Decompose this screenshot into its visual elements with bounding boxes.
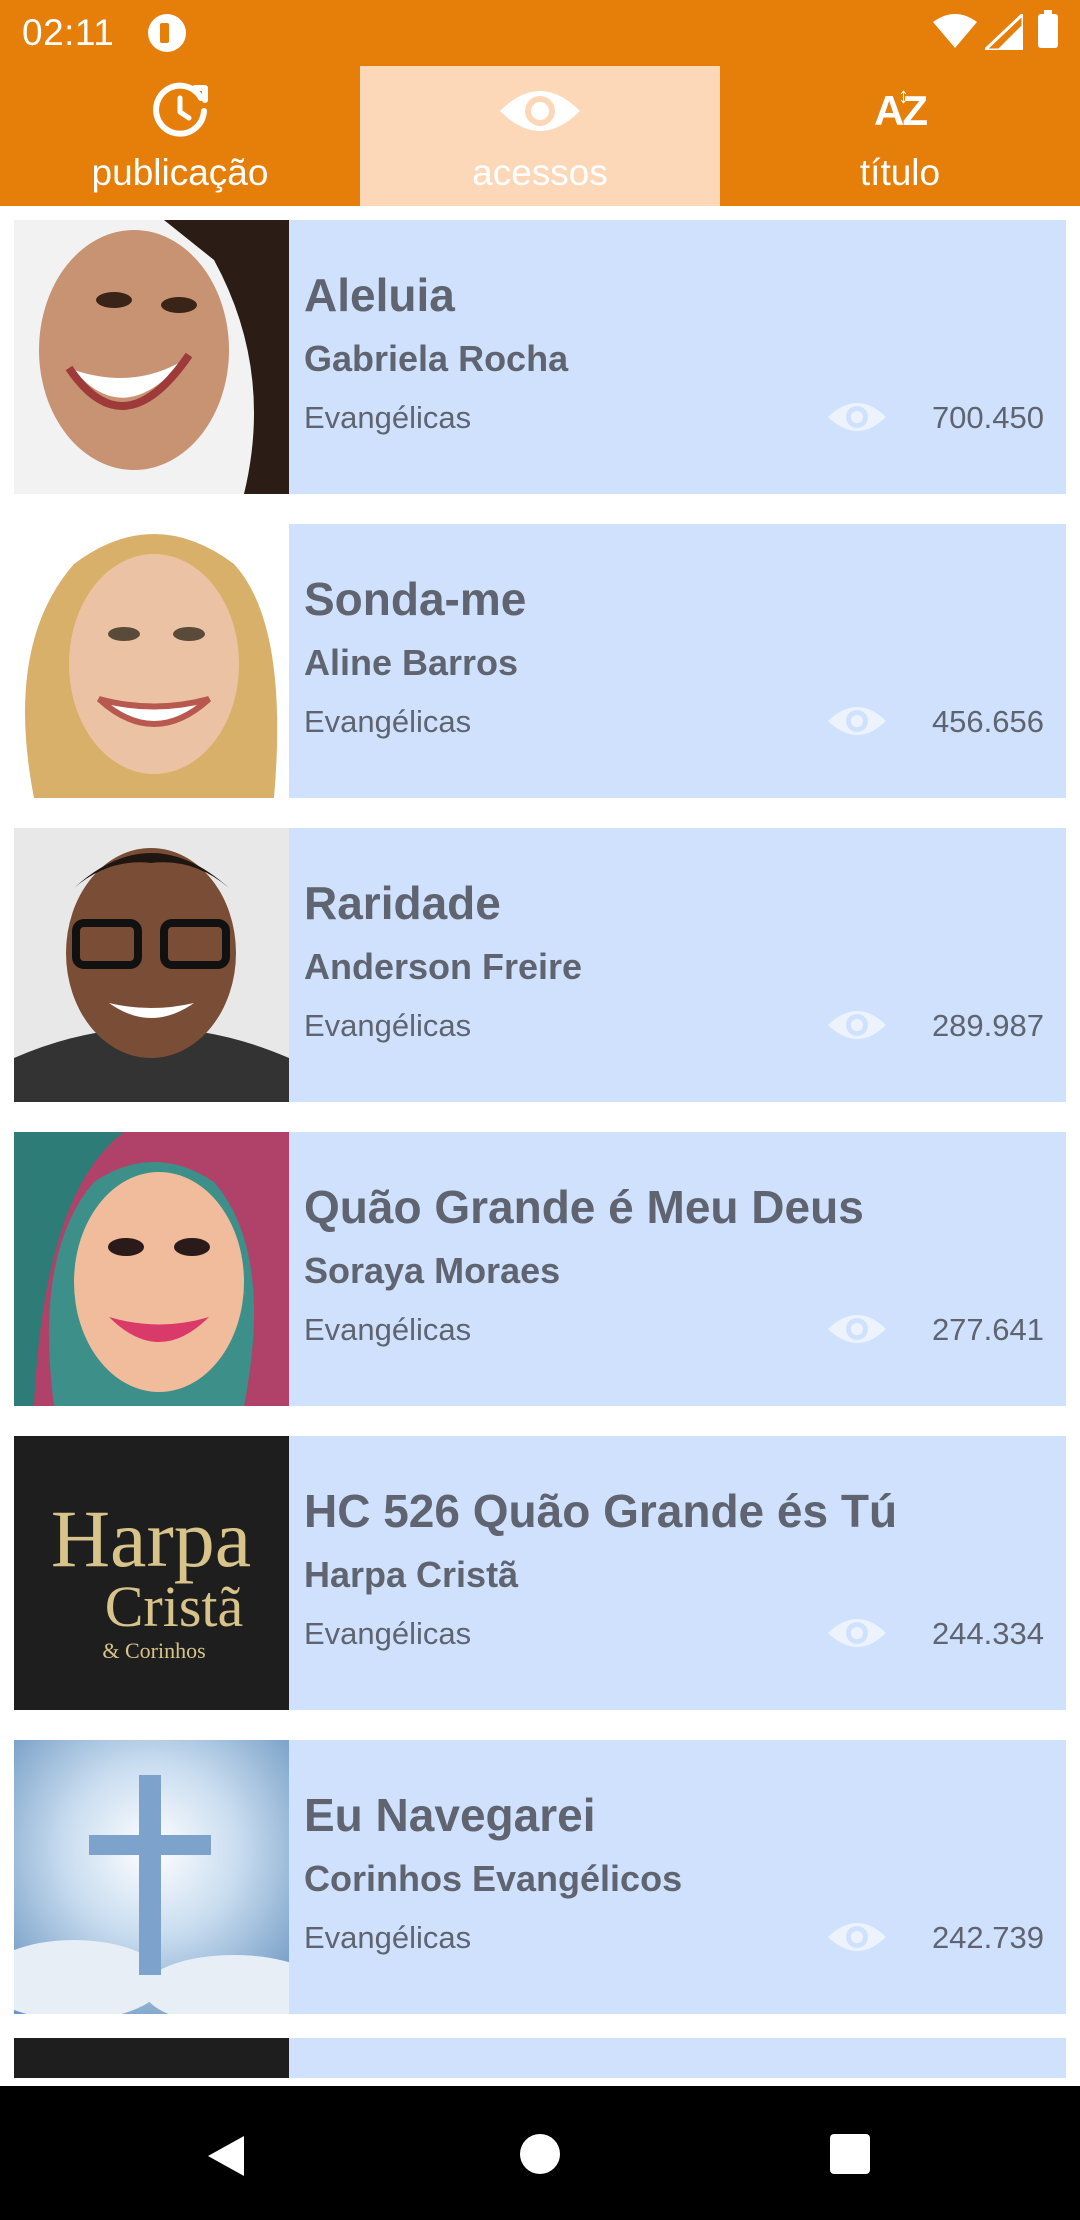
song-artist: Harpa Cristã	[304, 1554, 519, 1595]
battery-icon	[1038, 10, 1058, 48]
song-title: Raridade	[304, 877, 501, 929]
home-icon[interactable]	[520, 2134, 560, 2174]
album-cover: Harpa Cristã & Corinhos	[14, 1436, 289, 1710]
song-card[interactable]: Quão Grande é Meu Deus Soraya Moraes Eva…	[14, 1132, 1066, 1406]
view-count: 242.739	[931, 1920, 1044, 1955]
album-cover	[14, 2038, 289, 2078]
song-category: Evangélicas	[304, 400, 472, 435]
eye-icon	[360, 76, 720, 146]
history-icon	[0, 76, 360, 146]
song-category: Evangélicas	[304, 1920, 472, 1955]
sort-alpha-icon: AZ ↕	[874, 83, 928, 134]
song-card[interactable]: Raridade Anderson Freire Evangélicas 289…	[14, 828, 1066, 1102]
song-title: Sonda-me	[304, 573, 527, 625]
eye-icon	[828, 1619, 886, 1647]
recents-icon[interactable]	[830, 2134, 870, 2174]
song-card[interactable]: Eu Navegarei Corinhos Evangélicos Evangé…	[14, 1740, 1066, 2014]
tab-titulo[interactable]: AZ ↕ título	[720, 66, 1080, 206]
eye-icon	[828, 1315, 886, 1343]
tab-label: publicação	[91, 152, 269, 193]
song-category: Evangélicas	[304, 1312, 472, 1347]
navigation-bar	[0, 2086, 1080, 2220]
view-count: 244.334	[931, 1616, 1044, 1651]
song-artist: Soraya Moraes	[304, 1250, 561, 1291]
view-count: 700.450	[931, 400, 1044, 435]
tab-publicacao[interactable]: publicação	[0, 66, 360, 206]
eye-icon	[828, 1923, 886, 1951]
back-icon[interactable]	[206, 2134, 246, 2178]
harpa-cover-text: & Corinhos	[102, 1638, 205, 1663]
status-bar: 02:11	[0, 0, 1080, 66]
song-title: HC 526 Quão Grande és Tú	[304, 1485, 898, 1537]
wifi-icon	[933, 14, 977, 48]
song-artist: Gabriela Rocha	[304, 338, 569, 379]
artist-photo	[14, 220, 289, 494]
signal-icon	[985, 14, 1023, 50]
song-card[interactable]: Harpa Cristã & Corinhos HC 526 Quão Gran…	[14, 1436, 1066, 1710]
harpa-cover-text: Cristã	[105, 1574, 244, 1639]
tab-label: título	[859, 152, 941, 193]
song-title: Eu Navegarei	[304, 1789, 596, 1841]
tab-acessos[interactable]: acessos	[360, 66, 720, 206]
song-card[interactable]: Aleluia Gabriela Rocha Evangélicas 700.4…	[14, 220, 1066, 494]
artist-photo	[14, 828, 289, 1102]
header: 02:11 publicação acessos AZ ↕ título	[0, 0, 1080, 206]
harpa-cover-text: Harpa	[51, 1493, 251, 1584]
song-artist: Anderson Freire	[304, 946, 583, 987]
artist-photo	[14, 1132, 289, 1406]
tab-bar: publicação acessos AZ ↕ título	[0, 66, 1080, 206]
app-notification-icon	[148, 14, 186, 52]
eye-icon	[828, 1011, 886, 1039]
song-card[interactable]: Sonda-me Aline Barros Evangélicas 456.65…	[14, 524, 1066, 798]
song-category: Evangélicas	[304, 1008, 472, 1043]
tab-label: acessos	[472, 152, 608, 193]
song-title: Quão Grande é Meu Deus	[304, 1181, 864, 1233]
view-count: 277.641	[931, 1312, 1044, 1347]
view-count: 456.656	[931, 704, 1044, 739]
status-time: 02:11	[22, 12, 115, 53]
artist-photo	[14, 524, 289, 798]
song-artist: Corinhos Evangélicos	[304, 1858, 683, 1899]
eye-icon	[828, 403, 886, 431]
song-category: Evangélicas	[304, 1616, 472, 1651]
eye-icon	[828, 707, 886, 735]
song-card-partial[interactable]	[14, 2038, 1066, 2078]
song-list[interactable]: Aleluia Gabriela Rocha Evangélicas 700.4…	[0, 206, 1080, 2084]
song-category: Evangélicas	[304, 704, 472, 739]
view-count: 289.987	[931, 1008, 1044, 1043]
song-artist: Aline Barros	[304, 642, 519, 683]
song-title: Aleluia	[304, 269, 455, 321]
album-cover	[14, 1740, 289, 2014]
app-screen: 02:11 publicação acessos AZ ↕ título Ale…	[0, 0, 1080, 2220]
